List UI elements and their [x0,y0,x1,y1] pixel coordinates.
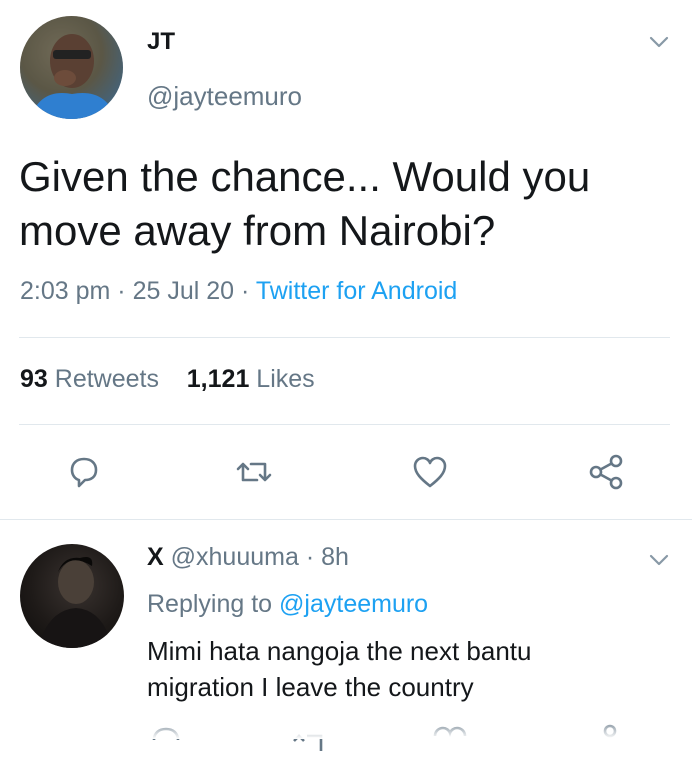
retweets-label: Retweets [54,365,159,393]
retweets-count: 93 [20,365,48,393]
reply-header: X @xhuuuma · 8h [147,543,349,572]
author-name[interactable]: JT [147,28,175,56]
bottom-fade [0,718,692,739]
replying-to-mention[interactable]: @jayteemuro [279,590,428,618]
tweet-source-link[interactable]: Twitter for Android [256,277,457,305]
heart-icon[interactable] [410,452,450,492]
meta-separator: · [117,277,133,305]
reply-text: Mimi hata nangoja the next bantu migrati… [147,636,532,702]
share-icon[interactable] [586,452,626,492]
reply-author-handle[interactable]: @xhuuuma [171,543,299,571]
chevron-down-icon[interactable] [648,553,670,567]
replying-to: Replying to @jayteemuro [147,590,428,619]
tweet-time: 2:03 pm [20,277,111,305]
replying-to-label: Replying to [147,590,273,618]
divider [19,337,670,338]
likes-count: 1,121 [186,365,250,393]
tweet-meta: 2:03 pm · 25 Jul 20 · Twitter for Androi… [20,277,457,306]
avatar[interactable] [20,16,123,119]
likes-label: Likes [256,365,315,393]
reply-icon[interactable] [64,452,104,492]
chevron-down-icon[interactable] [648,35,670,49]
tweet-text: Given the chance... Would you move away … [19,153,591,254]
likes-stat[interactable]: 1,121 Likes [187,365,315,393]
retweet-icon[interactable] [234,452,274,492]
reply-author-name[interactable]: X [147,543,164,571]
retweets-stat[interactable]: 93 Retweets [20,365,159,393]
engagement-stats: 93 Retweets 1,121 Likes [20,365,315,394]
tweet-date: 25 Jul 20 [132,277,235,305]
divider [0,519,692,520]
reply-age: 8h [321,543,349,571]
author-handle[interactable]: @jayteemuro [147,81,302,112]
reply-avatar[interactable] [20,544,124,648]
divider [19,424,670,425]
meta-separator: · [241,277,256,305]
meta-separator: · [298,543,322,571]
